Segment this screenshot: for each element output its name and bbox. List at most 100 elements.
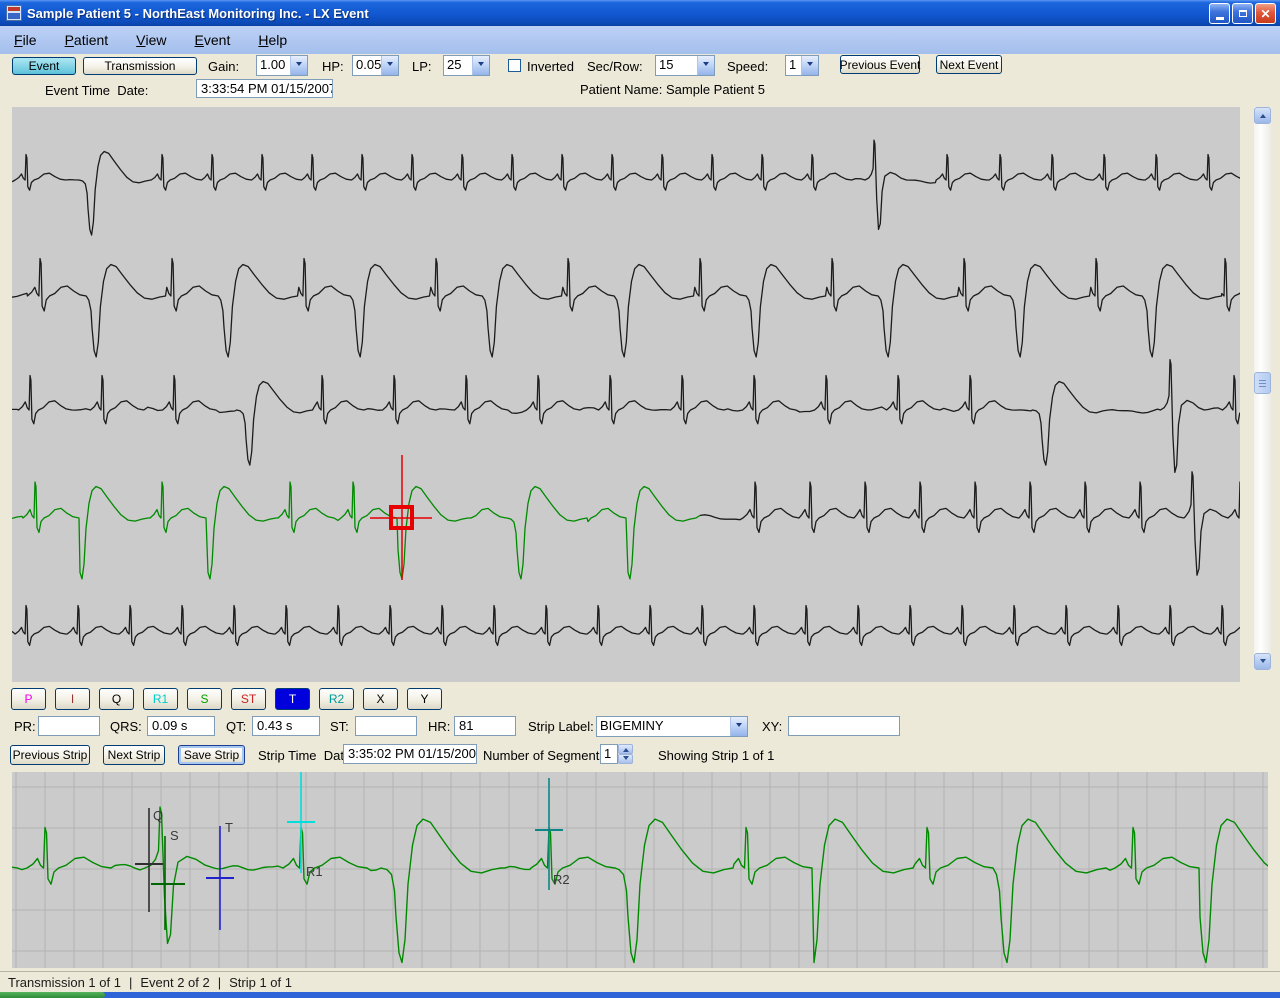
strip-time-input[interactable]: 3:35:02 PM 01/15/2007 <box>343 744 477 764</box>
segments-value[interactable]: 1 <box>600 744 618 764</box>
start-button-sliver[interactable] <box>0 992 105 998</box>
app-icon <box>6 5 22 21</box>
next-event-button[interactable]: Next Event <box>936 55 1002 74</box>
marker-q-label: Q <box>153 808 163 823</box>
st-label: ST: <box>330 719 349 734</box>
ecg-main-traces <box>12 107 1240 682</box>
wave-button-r1[interactable]: R1 <box>143 688 178 710</box>
hr-label: HR: <box>428 719 450 734</box>
restore-icon <box>1239 10 1247 17</box>
menu-file[interactable]: File <box>0 26 51 54</box>
status-bar: Transmission 1 of 1 | Event 2 of 2 | Strip 1… <box>0 971 1280 993</box>
inverted-checkbox[interactable] <box>508 59 521 72</box>
wave-button-q[interactable]: Q <box>99 688 134 710</box>
chevron-down-icon[interactable] <box>697 56 714 75</box>
menu-event[interactable]: Event <box>181 26 245 54</box>
next-strip-button[interactable]: Next Strip <box>103 745 165 765</box>
xy-input[interactable] <box>788 716 900 736</box>
transmission-button[interactable]: Transmission <box>83 57 197 75</box>
close-button[interactable]: ✕ <box>1255 3 1276 24</box>
chevron-down-icon[interactable] <box>472 56 489 75</box>
close-icon: ✕ <box>1260 8 1270 20</box>
status-item: Strip 1 of 1 <box>229 975 292 990</box>
marker-r2-label: R2 <box>553 872 570 887</box>
event-time-input[interactable]: 3:33:54 PM 01/15/2007 <box>196 79 333 98</box>
xy-label: XY: <box>762 719 782 734</box>
speed-select[interactable]: 1 <box>785 55 819 76</box>
marker-t-label: T <box>225 820 233 835</box>
scroll-down-button[interactable] <box>1254 653 1271 670</box>
st-input[interactable] <box>355 716 417 736</box>
gain-label: Gain: <box>208 59 239 74</box>
wave-button-r2[interactable]: R2 <box>319 688 354 710</box>
chevron-down-icon[interactable] <box>801 56 818 75</box>
ecg-trace <box>12 606 1240 646</box>
previous-event-button[interactable]: Previous Event <box>840 55 920 74</box>
strip-label-label: Strip Label: <box>528 719 594 734</box>
spinner-up-button[interactable] <box>618 744 633 754</box>
ecg-strip-panel[interactable]: QSTR1R2 <box>12 772 1268 968</box>
titlebar: Sample Patient 5 - NorthEast Monitoring … <box>0 0 1280 26</box>
ecg-trace <box>12 807 1268 962</box>
chevron-down-icon[interactable] <box>381 56 398 75</box>
menu-help[interactable]: Help <box>244 26 301 54</box>
strip-label-select[interactable]: BIGEMINY <box>596 716 748 737</box>
wave-button-t-selected[interactable]: T <box>275 688 310 710</box>
showing-strip-text: Showing Strip 1 of 1 <box>658 748 774 763</box>
qt-input[interactable]: 0.43 s <box>252 716 320 736</box>
hp-select[interactable]: 0.05 <box>352 55 399 76</box>
patient-name-text: Patient Name: Sample Patient 5 <box>580 82 765 97</box>
ecg-trace <box>12 259 1240 357</box>
ecg-trace <box>700 472 1240 575</box>
lp-select[interactable]: 25 <box>443 55 490 76</box>
restore-button[interactable] <box>1232 3 1253 24</box>
menu-view[interactable]: View <box>122 26 180 54</box>
marker-s-label: S <box>170 828 179 843</box>
ecg-strip-trace: QSTR1R2 <box>12 772 1268 968</box>
menubar: FilePatientViewEventHelp <box>0 26 1280 54</box>
gain-select[interactable]: 1.00 <box>256 55 308 76</box>
ecg-vertical-scrollbar[interactable] <box>1254 107 1271 670</box>
wave-button-s[interactable]: S <box>187 688 222 710</box>
ecg-trace <box>12 360 1240 473</box>
wave-button-st[interactable]: ST <box>231 688 266 710</box>
wave-button-i[interactable]: I <box>55 688 90 710</box>
status-item: Event 2 of 2 <box>140 975 209 990</box>
chevron-down-icon <box>1260 659 1266 666</box>
event-time-label: Event Time Date: <box>45 83 148 98</box>
event-button[interactable]: Event <box>12 57 76 75</box>
scroll-thumb[interactable] <box>1254 372 1271 394</box>
status-separator: | <box>218 975 221 990</box>
inverted-label: Inverted <box>527 59 574 74</box>
menu-patient[interactable]: Patient <box>51 26 123 54</box>
qrs-input[interactable]: 0.09 s <box>147 716 215 736</box>
ecg-trace <box>12 140 1240 235</box>
previous-strip-button[interactable]: Previous Strip <box>10 745 90 765</box>
save-strip-button[interactable]: Save Strip <box>178 745 245 765</box>
pr-label: PR: <box>14 719 36 734</box>
chevron-down-icon[interactable] <box>730 717 747 736</box>
wave-button-y[interactable]: Y <box>407 688 442 710</box>
secrow-select[interactable]: 15 <box>655 55 715 76</box>
chevron-down-icon[interactable] <box>290 56 307 75</box>
segments-spinner[interactable]: 1 <box>600 744 633 764</box>
hp-label: HP: <box>322 59 344 74</box>
status-item: Transmission 1 of 1 <box>8 975 121 990</box>
spinner-down-button[interactable] <box>618 754 633 764</box>
status-separator: | <box>129 975 132 990</box>
wave-button-x[interactable]: X <box>363 688 398 710</box>
secrow-label: Sec/Row: <box>587 59 643 74</box>
pr-input[interactable] <box>38 716 100 736</box>
strip-time-label: Strip Time Date: <box>258 748 355 763</box>
taskbar-sliver <box>0 992 1280 998</box>
chevron-up-icon <box>1260 111 1266 118</box>
ecg-trace <box>12 482 700 579</box>
hr-input[interactable]: 81 <box>454 716 516 736</box>
wave-button-p[interactable]: P <box>11 688 46 710</box>
chevron-up-icon <box>623 745 629 752</box>
ecg-main-panel[interactable] <box>12 107 1240 682</box>
grip-icon <box>1259 380 1266 387</box>
window-title: Sample Patient 5 - NorthEast Monitoring … <box>27 6 369 21</box>
scroll-up-button[interactable] <box>1254 107 1271 124</box>
minimize-button[interactable] <box>1209 3 1230 24</box>
